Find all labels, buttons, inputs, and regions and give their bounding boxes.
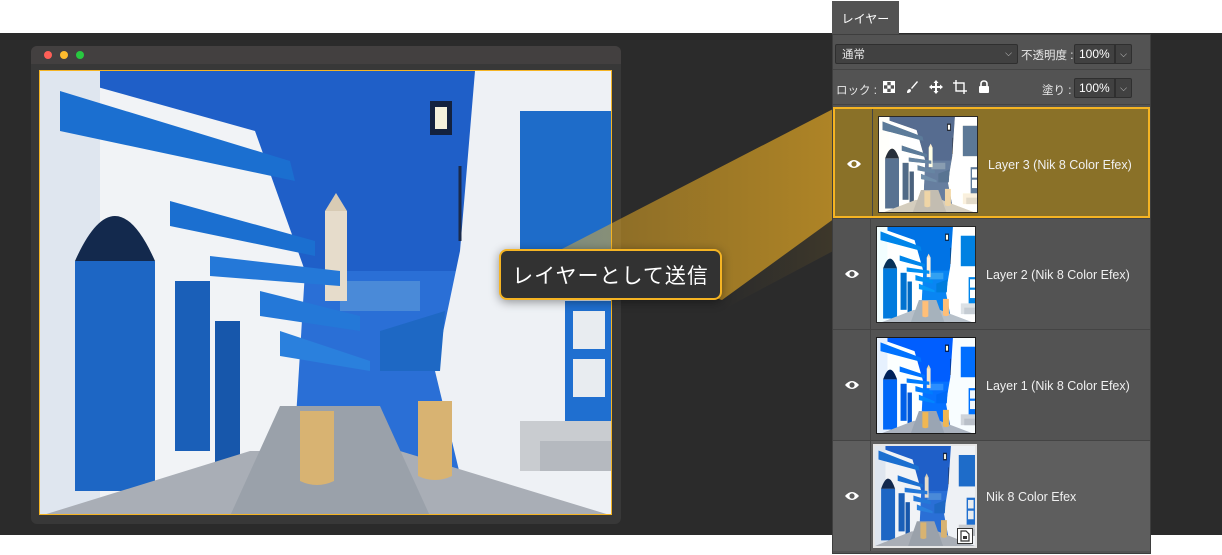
layers-panel: 通常 ⌵ 不透明度 : 100% ⌵ ロック : 塗り: 100% ⌵ Lay… [832,34,1151,554]
callout-label: レイヤーとして送信 [512,264,709,288]
layer-divider [870,330,871,440]
layer-divider [870,441,871,551]
tab-layers[interactable]: レイヤー [832,1,899,36]
eye-visibility-icon[interactable] [844,267,860,279]
window-titlebar[interactable] [31,46,621,64]
layer-row-nik-8-color-efex[interactable]: Nik 8 Color Efex [833,440,1150,551]
eye-visibility-icon[interactable] [846,157,862,169]
minimize-window-button[interactable] [60,51,68,59]
layer-divider [870,219,871,329]
opacity-value: 100% [1079,47,1110,61]
layer-row-layer-2[interactable]: Layer 2 (Nik 8 Color Efex) [833,218,1150,329]
send-as-layer-callout: レイヤーとして送信 [499,249,722,300]
fill-value: 100% [1079,81,1110,95]
layer-name[interactable]: Layer 1 (Nik 8 Color Efex) [986,379,1130,393]
layer-name[interactable]: Nik 8 Color Efex [986,490,1076,504]
layer-thumbnail[interactable] [878,116,978,213]
chevron-down-icon: ⌵ [1120,48,1127,59]
fill-label: 塗り : [1042,85,1072,97]
layer-thumbnail[interactable] [873,444,977,548]
layer-thumbnail[interactable] [876,226,976,323]
lock-all-icon[interactable] [977,80,991,94]
opacity-label: 不透明度 : [1021,50,1074,62]
chevron-down-icon: ⌵ [1120,82,1127,93]
opacity-dropdown-button[interactable]: ⌵ [1115,44,1132,64]
layer-name[interactable]: Layer 2 (Nik 8 Color Efex) [986,268,1130,282]
zoom-window-button[interactable] [76,51,84,59]
smart-object-icon [957,528,973,544]
layer-row-layer-1[interactable]: Layer 1 (Nik 8 Color Efex) [833,329,1150,440]
layer-thumbnail[interactable] [876,337,976,434]
lock-position-icon[interactable] [929,80,943,94]
blend-opacity-row: 通常 ⌵ 不透明度 : 100% ⌵ [833,35,1150,70]
layer-divider [872,109,873,216]
blend-mode-value: 通常 [842,49,865,61]
lock-artboard-icon[interactable] [953,80,967,94]
fill-input[interactable]: 100% [1074,78,1115,98]
lock-fill-row: ロック : 塗り : 100% ⌵ [833,70,1150,105]
layer-row-layer-3[interactable]: Layer 3 (Nik 8 Color Efex) [833,107,1150,218]
lock-transparent-pixels-icon[interactable] [882,80,896,94]
layer-name[interactable]: Layer 3 (Nik 8 Color Efex) [988,158,1132,172]
eye-visibility-icon[interactable] [844,378,860,390]
lock-image-pixels-icon[interactable] [905,80,919,94]
close-window-button[interactable] [44,51,52,59]
eye-visibility-icon[interactable] [844,489,860,501]
blend-mode-select[interactable]: 通常 ⌵ [835,44,1018,64]
fill-dropdown-button[interactable]: ⌵ [1115,78,1132,98]
lock-label: ロック : [836,85,877,97]
opacity-input[interactable]: 100% [1074,44,1115,64]
chevron-down-icon: ⌵ [1005,48,1012,58]
